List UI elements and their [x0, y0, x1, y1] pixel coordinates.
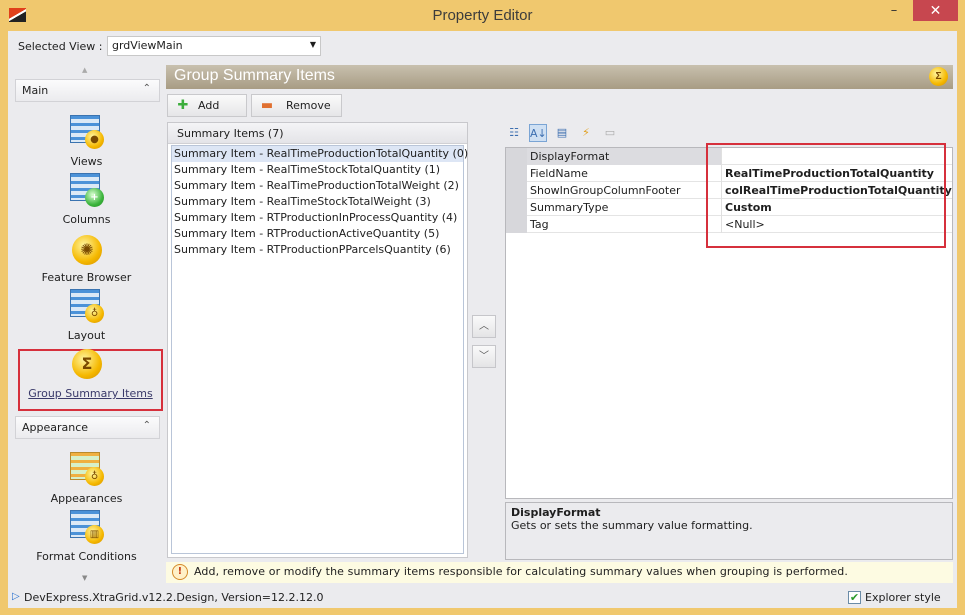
- chevron-down-icon: ﹀: [479, 351, 489, 362]
- property-row-showingroupcolumnfooter[interactable]: ShowInGroupColumnFooter colRealTimeProduc…: [506, 182, 952, 199]
- selected-view-combo[interactable]: grdViewMain ▼: [107, 36, 321, 56]
- nav-item-format-conditions[interactable]: ▥ Format Conditions: [14, 510, 159, 563]
- property-value[interactable]: colRealTimeProductionTotalQuantity: [721, 182, 952, 199]
- property-value[interactable]: <Null>: [721, 216, 952, 233]
- nav-group-main[interactable]: Main ⌃: [15, 79, 160, 102]
- sigma-icon: Σ: [929, 67, 948, 86]
- list-item[interactable]: Summary Item - RTProductionInProcessQuan…: [172, 210, 463, 226]
- close-button[interactable]: ✕: [913, 0, 958, 21]
- selected-view-label: Selected View :: [18, 40, 103, 53]
- appearances-icon: ♁: [70, 452, 104, 486]
- nav-item-label: Format Conditions: [36, 550, 137, 563]
- property-value[interactable]: RealTimeProductionTotalQuantity: [721, 165, 952, 182]
- views-icon: ●: [70, 115, 104, 149]
- page-title: Group Summary Items: [174, 67, 335, 84]
- sigma-icon: Σ: [70, 349, 104, 383]
- summary-items-list[interactable]: Summary Item - RealTimeProductionTotalQu…: [171, 145, 468, 554]
- explorer-style-checkbox[interactable]: ✔ Explorer style: [848, 591, 941, 604]
- categorized-icon[interactable]: ☷: [505, 124, 523, 142]
- page-header: Group Summary Items Σ: [166, 65, 953, 89]
- property-value[interactable]: [721, 148, 952, 165]
- summary-items-header: Summary Items (7): [168, 123, 467, 144]
- nav-item-layout[interactable]: ♁ Layout: [14, 289, 159, 342]
- collapse-icon[interactable]: ⌃: [143, 83, 151, 94]
- add-label: Add: [198, 99, 220, 112]
- summary-items-panel: Summary Items (7) Summary Item - RealTim…: [167, 122, 468, 558]
- nav-item-views[interactable]: ● Views: [14, 115, 159, 168]
- nav-item-label: Columns: [62, 213, 111, 226]
- hint-bar: ! Add, remove or modify the summary item…: [166, 562, 953, 583]
- move-down-button[interactable]: ﹀: [472, 345, 496, 368]
- property-name: FieldName: [530, 167, 588, 180]
- property-row-fieldname[interactable]: FieldName RealTimeProductionTotalQuantity: [506, 165, 952, 182]
- checkmark-icon[interactable]: ✔: [848, 591, 861, 604]
- nav-item-feature-browser[interactable]: ✺ Feature Browser: [14, 231, 159, 284]
- selected-view-value: grdViewMain: [112, 39, 183, 52]
- status-text: DevExpress.XtraGrid.v12.2.Design, Versio…: [24, 591, 324, 604]
- nav-group-appearance[interactable]: Appearance ⌃: [15, 416, 160, 439]
- status-bar: ▷ DevExpress.XtraGrid.v12.2.Design, Vers…: [8, 588, 957, 609]
- description-text: Gets or sets the summary value formattin…: [511, 519, 753, 532]
- nav-scroll-down-icon[interactable]: ▼: [82, 574, 87, 582]
- description-title: DisplayFormat: [511, 506, 601, 519]
- explorer-style-label: Explorer style: [865, 591, 941, 604]
- nav-item-group-summary-items[interactable]: Σ Group Summary Items: [18, 349, 163, 411]
- nav-item-label: Appearances: [50, 492, 123, 505]
- nav-item-appearances[interactable]: ♁ Appearances: [14, 452, 159, 505]
- list-item[interactable]: Summary Item - RealTimeProductionTotalQu…: [172, 146, 468, 162]
- events-icon[interactable]: ⚡: [577, 124, 595, 142]
- window-title: Property Editor: [432, 7, 533, 24]
- remove-label: Remove: [286, 99, 331, 112]
- format-conditions-icon: ▥: [70, 510, 104, 544]
- list-item[interactable]: Summary Item - RealTimeStockTotalQuantit…: [172, 162, 463, 178]
- chevron-up-icon: ︿: [479, 321, 489, 332]
- minus-icon: ▬: [260, 98, 274, 113]
- property-pages-icon[interactable]: ▭: [601, 124, 619, 142]
- add-button[interactable]: ✚ Add: [167, 94, 247, 117]
- nav-scroll-up-icon[interactable]: ▲: [82, 66, 87, 74]
- list-item[interactable]: Summary Item - RealTimeStockTotalWeight …: [172, 194, 463, 210]
- nav-item-label: Layout: [67, 329, 106, 342]
- nav-item-columns[interactable]: + Columns: [14, 173, 159, 226]
- plus-icon: ✚: [177, 98, 189, 113]
- minimize-button[interactable]: –: [884, 0, 904, 21]
- nav-group-label: Main: [22, 84, 49, 97]
- sort-alphabetical-icon[interactable]: A↓: [529, 124, 547, 142]
- move-up-button[interactable]: ︿: [472, 315, 496, 338]
- property-name: Tag: [530, 218, 549, 231]
- collapse-icon[interactable]: ⌃: [143, 420, 151, 431]
- columns-icon: +: [70, 173, 104, 207]
- hint-text: Add, remove or modify the summary items …: [194, 565, 848, 578]
- nav-item-label: Views: [70, 155, 103, 168]
- dropdown-arrow-icon[interactable]: ▼: [310, 40, 316, 49]
- properties-icon[interactable]: ▤: [553, 124, 571, 142]
- nav-item-label: Feature Browser: [41, 271, 132, 284]
- property-grid-toolbar: ☷ A↓ ▤ ⚡ ▭: [505, 123, 619, 143]
- remove-button[interactable]: ▬ Remove: [251, 94, 342, 117]
- property-row-tag[interactable]: Tag <Null>: [506, 216, 952, 233]
- nav-item-label: Group Summary Items: [28, 387, 153, 400]
- property-name: ShowInGroupColumnFooter: [530, 184, 681, 197]
- property-grid: DisplayFormat FieldName RealTimeProductio…: [505, 147, 953, 499]
- nav-group-label: Appearance: [22, 421, 89, 434]
- property-value[interactable]: Custom: [721, 199, 952, 216]
- layout-icon: ♁: [70, 289, 104, 323]
- property-row-displayformat[interactable]: DisplayFormat: [506, 148, 952, 165]
- list-item[interactable]: Summary Item - RealTimeProductionTotalWe…: [172, 178, 463, 194]
- title-bar: Property Editor – ✕: [0, 0, 965, 31]
- description-panel: DisplayFormat Gets or sets the summary v…: [505, 502, 953, 560]
- gear-icon: ✺: [70, 231, 104, 265]
- list-item[interactable]: Summary Item - RTProductionPParcelsQuant…: [172, 242, 463, 258]
- property-name: DisplayFormat: [530, 150, 610, 163]
- property-row-summarytype[interactable]: SummaryType Custom: [506, 199, 952, 216]
- expand-triangle-icon[interactable]: ▷: [12, 591, 20, 602]
- info-icon: !: [172, 564, 188, 580]
- property-name: SummaryType: [530, 201, 609, 214]
- list-item[interactable]: Summary Item - RTProductionActiveQuantit…: [172, 226, 463, 242]
